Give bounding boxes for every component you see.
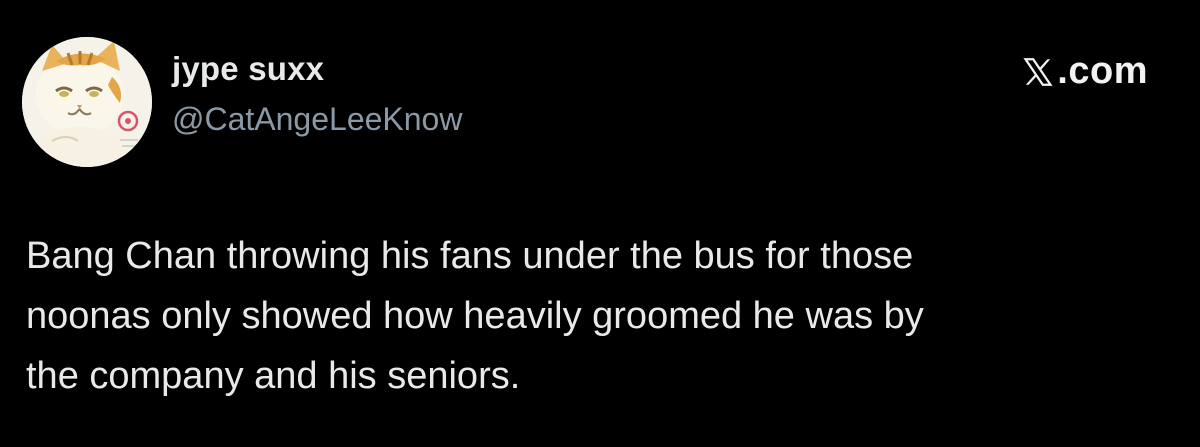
brand-domain: .com (1057, 50, 1148, 92)
tweet-text: Bang Chan throwing his fans under the bu… (26, 226, 1176, 406)
tweet-text-line: noonas only showed how heavily groomed h… (26, 295, 924, 337)
tweet-text-line: the company and his seniors. (26, 355, 521, 397)
cartoon-cat-avatar-icon (22, 37, 152, 167)
x-com-brand: .com (1021, 50, 1148, 93)
display-name[interactable]: jype suxx (172, 50, 324, 88)
x-logo-icon (1023, 57, 1053, 86)
user-handle[interactable]: @CatAngeLeeKnow (172, 101, 462, 138)
tweet-text-line: Bang Chan throwing his fans under the bu… (26, 235, 914, 277)
tweet-card: jype suxx @CatAngeLeeKnow .com Bang Chan… (0, 0, 1200, 447)
avatar[interactable] (22, 37, 152, 167)
